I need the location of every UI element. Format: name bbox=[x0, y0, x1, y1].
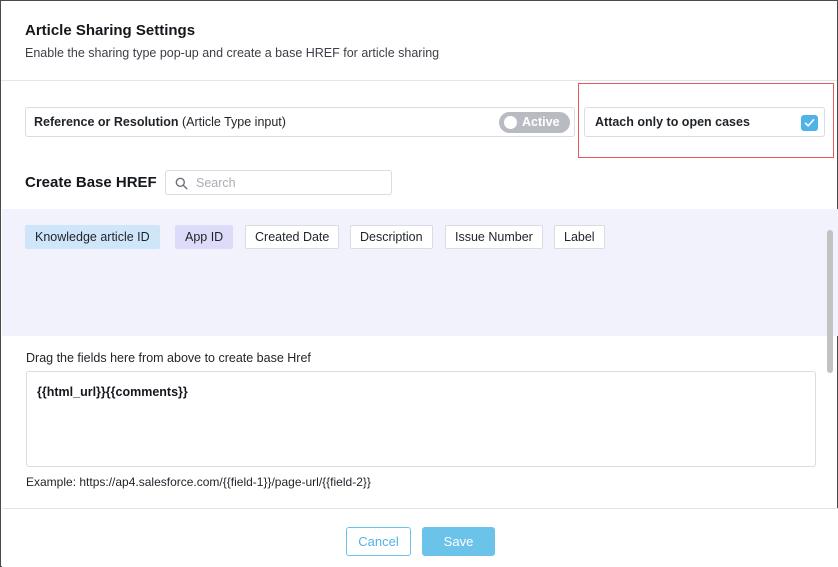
settings-dialog: Article Sharing Settings Enable the shar… bbox=[0, 0, 838, 567]
toggle-knob bbox=[504, 116, 517, 129]
create-base-href-title: Create Base HREF bbox=[25, 174, 157, 191]
base-href-value: {{html_url}}{{comments}} bbox=[37, 385, 188, 399]
field-chip-label[interactable]: Label bbox=[554, 225, 605, 249]
field-search-box bbox=[165, 170, 392, 195]
field-chip-app-id[interactable]: App ID bbox=[175, 225, 234, 249]
reference-resolution-label: Reference or Resolution (Article Type in… bbox=[34, 115, 286, 129]
reference-resolution-label-rest: (Article Type input) bbox=[178, 115, 286, 129]
cancel-button[interactable]: Cancel bbox=[346, 527, 411, 556]
reference-resolution-label-bold: Reference or Resolution bbox=[34, 115, 179, 129]
base-href-drop-zone[interactable]: {{html_url}}{{comments}} bbox=[26, 371, 816, 467]
attach-open-cases-checkbox[interactable] bbox=[801, 115, 818, 131]
page-title: Article Sharing Settings bbox=[25, 22, 196, 39]
attach-open-cases-label: Attach only to open cases bbox=[595, 115, 750, 129]
dialog-header: Article Sharing Settings Enable the shar… bbox=[1, 1, 837, 81]
drop-zone-label: Drag the fields here from above to creat… bbox=[26, 351, 311, 365]
field-chip-issue-number[interactable]: Issue Number bbox=[445, 225, 543, 249]
attach-open-cases-row: Attach only to open cases bbox=[584, 107, 825, 137]
dialog-footer bbox=[2, 508, 838, 567]
field-chip-knowledge-article-id[interactable]: Knowledge article ID bbox=[25, 225, 160, 249]
search-icon bbox=[175, 177, 188, 190]
reference-resolution-row: Reference or Resolution (Article Type in… bbox=[25, 107, 575, 137]
save-button[interactable]: Save bbox=[422, 527, 495, 556]
vertical-scrollbar[interactable] bbox=[827, 230, 833, 373]
check-icon bbox=[804, 119, 815, 127]
page-subtitle: Enable the sharing type pop-up and creat… bbox=[25, 46, 440, 60]
search-input[interactable] bbox=[196, 174, 386, 192]
field-chip-description[interactable]: Description bbox=[350, 225, 433, 249]
field-chip-created-date[interactable]: Created Date bbox=[245, 225, 340, 249]
toggle-label: Active bbox=[522, 115, 560, 129]
active-toggle[interactable]: Active bbox=[499, 112, 570, 133]
href-example-text: Example: https://ap4.salesforce.com/{{fi… bbox=[26, 475, 371, 489]
